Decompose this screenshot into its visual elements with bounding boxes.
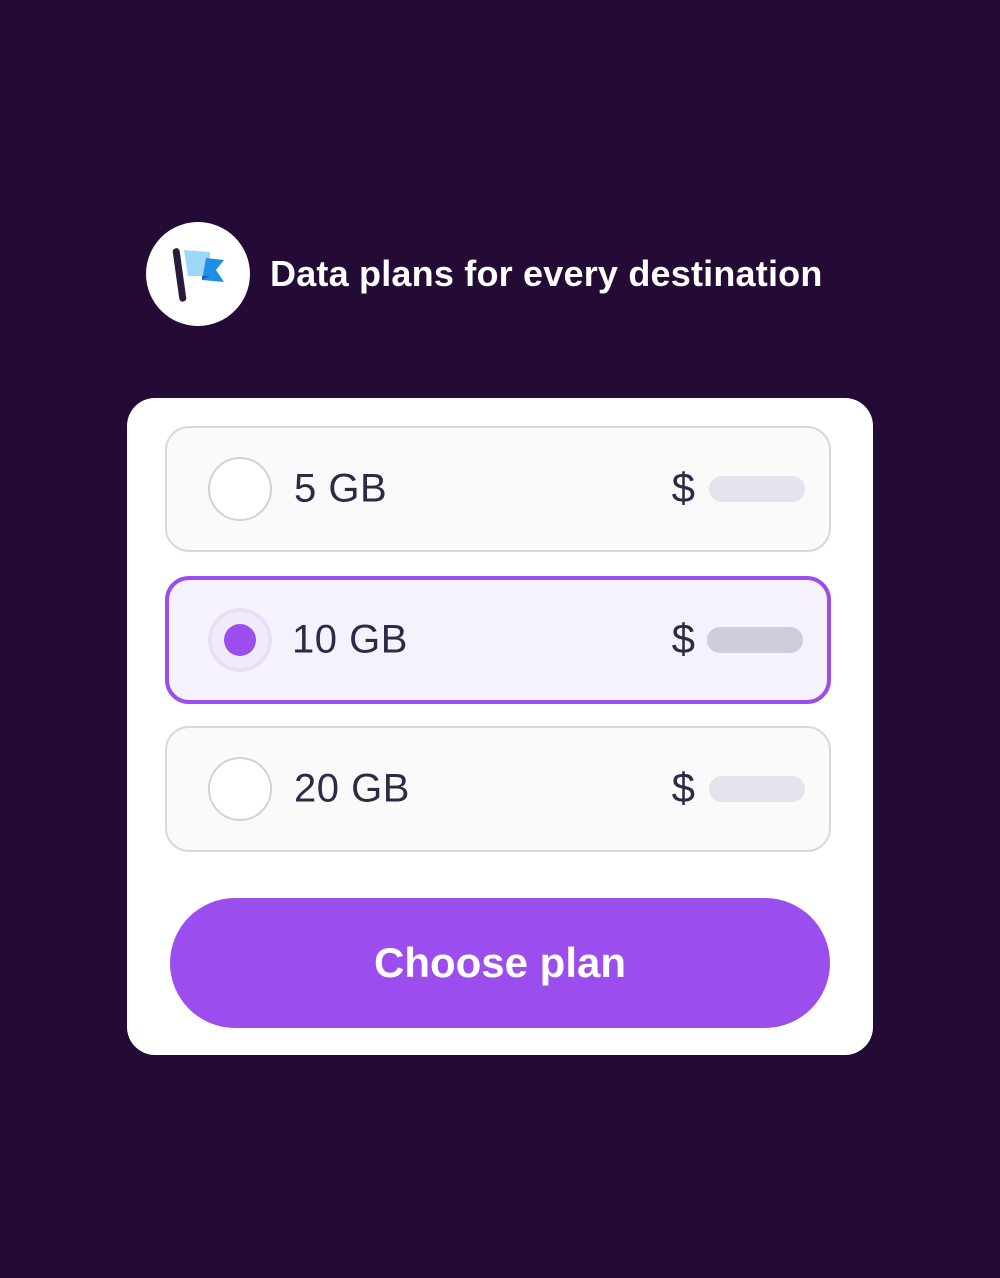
plan-option-10gb[interactable]: 10 GB $	[165, 576, 831, 704]
radio-button[interactable]	[208, 457, 272, 521]
currency-symbol: $	[671, 615, 695, 663]
flag-icon	[172, 248, 224, 302]
radio-button[interactable]	[208, 757, 272, 821]
plan-label: 10 GB	[292, 617, 408, 662]
price-placeholder	[707, 627, 803, 653]
plan-card: 5 GB $ 10 GB $ 20 GB $ Choose plan	[127, 398, 873, 1055]
currency-symbol: $	[671, 464, 695, 512]
page-title: Data plans for every destination	[270, 253, 823, 294]
plan-label: 20 GB	[294, 766, 410, 811]
currency-symbol: $	[671, 764, 695, 812]
plan-option-5gb[interactable]: 5 GB $	[165, 426, 831, 552]
price-placeholder	[709, 476, 805, 502]
price-placeholder	[709, 776, 805, 802]
choose-plan-button[interactable]: Choose plan	[170, 898, 830, 1028]
logo-badge	[146, 222, 250, 326]
plan-label: 5 GB	[294, 466, 388, 511]
radio-button-selected[interactable]	[208, 608, 272, 672]
header: Data plans for every destination	[146, 222, 823, 326]
plan-option-20gb[interactable]: 20 GB $	[165, 726, 831, 852]
radio-dot	[224, 624, 256, 656]
